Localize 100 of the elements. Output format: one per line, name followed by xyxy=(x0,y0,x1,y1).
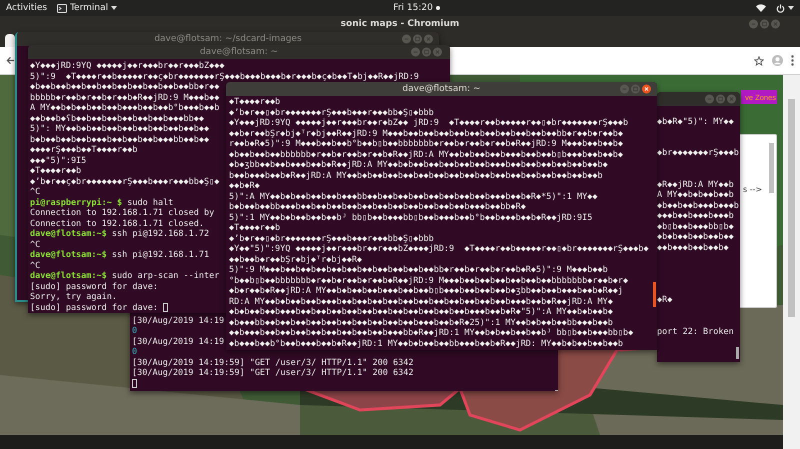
terminal-line: ◆◆b◆r◆◆bŞr◆bj◆ᵀr◆bj◆◆R◆◆jRD:9 M◆◆◆b◆◆b◆◆b◆◆b◆◆b◆◆b◆◆b◆◆b◆◆b◆◆b◆◆bb◆r◆◆b◆r◆◆b◆ xyxy=(229,128,624,139)
notification-dot-icon xyxy=(436,6,440,10)
terminal-line: ◆T◆◆◆◆r◆◆b xyxy=(229,223,280,234)
cursor-icon xyxy=(132,379,137,388)
terminal-line: ^C xyxy=(30,187,40,198)
terminal-line: 0 xyxy=(132,326,138,336)
terminal-line: [30/Aug/2019 14:19 xyxy=(132,316,224,326)
terminal-line: [sudo] password for dave: xyxy=(30,282,158,292)
terminal-line: ◆T◆◆◆◆r◆◆b xyxy=(229,97,280,108)
minimize-icon[interactable] xyxy=(749,19,758,28)
shell-prompt: dave@flotsam:~$ xyxy=(30,271,107,282)
terminal-line: ◆◆b◆◆◆b◆◆b◆◆b◆◆b◆◆b◆◆b◆◆b◆◆b◆◆b◆◆◆bb◆R◆◆jRD:1 MY◆◆b◆b◆◆b◆◆b◆◆bᴶ bb▯b◆◆b◆◆◆bb▯b◆ xyxy=(229,328,634,338)
terminal-line: ◆Y◆◆"5)":9YQ ◆◆◆◆◆j◆◆r◆◆◆br◆◆r◆◆◆bZ◆◆◆◆jRD:9 ◆T◆◆◆◆r◆◆b◆◆◆◆◆r◆◆▯◆br◆◆◆◆◆◆◆rŞ◆◆◆b◆ xyxy=(229,244,649,254)
minimize-icon[interactable] xyxy=(411,48,420,56)
terminal-line: 5)": MY◆◆b◆b◆◆b◆◆b◆◆b◆◆b◆◆b◆◆b◆◆b◆◆ xyxy=(30,124,210,134)
terminal-line: r◆◆b◆R◆5)":9 M◆◆◆b◆◆b◆◆b°b◆◆b▯b◆◆bbbbbbb◆r◆◆b◆r◆◆b◆r◆◆b◆R◆◆jRD:9 M◆◆◆b◆◆b◆◆b◆ xyxy=(229,139,624,150)
terminal-line: ◆ʼb◆r◆◆▯◆br◆◆◆◆◆◆◆rŞ◆◆◆b◆◆◆r◆◆◆bb◆Ş▯◆bbb xyxy=(229,234,434,244)
terminal-line: ◆◆◆b◆◆b◆◆◆b◆◆◆b xyxy=(657,211,734,222)
star-icon[interactable] xyxy=(754,56,764,66)
terminal-line: 5)":1 MY◆◆b◆b◆◆b◆◆b◆◆bᴶ bb▯b◆◆b◆◆◆bb▯b◆◆b◆◆◆b◆◆b°b◆◆b◆◆◆b◆◆b◆R◆◆jRD:9I5 xyxy=(229,212,592,223)
terminal-line: Connection to 192.168.1.71 closed by xyxy=(30,208,214,218)
terminal-line: ◆Y◆◆◆jRD:9YQ ◆◆◆◆◆j◆◆r◆◆◆br◆◆r◆bZ◆◆ jRD:9 ◆T◆◆◆◆r◆◆b◆◆◆◆◆r◆◆▯◆br◆◆◆◆◆◆◆rŞ◆◆◆b xyxy=(229,118,628,128)
shell-prompt: pi@raspberrypi:~ $ xyxy=(30,198,122,208)
scrollbar-thumb[interactable] xyxy=(736,347,739,359)
panel-text: s --> xyxy=(743,185,762,194)
shell-prompt: dave@flotsam:~$ xyxy=(30,229,107,240)
window-title: dave@flotsam: ~ xyxy=(200,47,278,57)
terminal-line: 5)":9 M◆◆◆b◆◆b◆◆b◆◆b◆◆b◆◆b◆◆b◆◆b◆◆b◆◆b◆◆bb◆r◆◆b◆r◆◆b◆r◆◆b◆R◆5)":9 M◆◆◆b◆◆b xyxy=(229,265,608,276)
terminal-line: A MY◆◆b◆b◆◆b◆◆b xyxy=(657,190,734,200)
terminal-line: b◆◆b◆◆◆b◆◆b◆R◆◆jRD:A MY◆◆b◆b◆◆b◆◆b◆◆b◆◆b◆◆b◆◆b◆◆b◆◆b◆◆b◆◆b◆◆b◆◆b◆◆b◆◆b◆◆b xyxy=(229,170,603,181)
minimize-icon[interactable] xyxy=(402,34,411,44)
terminal-line: ◆b◆b◆◆b◆◆b◆◆◆b◆◆b◆◆b◆◆b◆◆b◆◆b◆◆b◆◆b◆◆b◆◆b◆◆b◆◆b◆◆◆b◆◆b◆R◆"5)":A MY◆◆b◆b◆◆b◆ xyxy=(229,307,613,318)
terminal-line: port 22: Broken xyxy=(657,326,734,337)
back-arrow-icon[interactable] xyxy=(6,56,15,65)
maximize-icon[interactable] xyxy=(716,94,725,104)
shell-command: ssh pi@192.168.1.71 xyxy=(110,250,210,260)
maximize-icon[interactable] xyxy=(422,48,431,56)
power-icon[interactable] xyxy=(776,4,786,12)
terminal-line: [30/Aug/2019 14:19 xyxy=(132,336,224,347)
shell-command: sudo arp-scan --inter xyxy=(110,271,220,282)
terminal-line: [30/Aug/2019 14:19:59] "GET /user/3/ HTTP/1.1" 200 6342 xyxy=(132,358,414,368)
terminal-line: ◆b◆◆◆bb◆◆b◆◆b◆◆b◆◆b◆◆b◆◆b◆◆b◆◆b◆◆b◆◆b◆◆◆b◆◆b◆R◆25)":1 MY◆◆b◆b◆◆b◆◆bb◆◆◆b◆◆b xyxy=(229,318,613,328)
activities-button[interactable]: Activities xyxy=(6,3,48,13)
wifi-icon[interactable] xyxy=(756,4,766,12)
maximize-icon[interactable] xyxy=(413,34,422,44)
terminal-line: ◆Y◆◆◆jRD:9YQ ◆◆◆◆◆j◆◆r◆◆◆br◆◆r◆◆◆bZ◆◆◆ xyxy=(30,61,224,72)
terminal-line: ◆b◆b◆◆b◆◆b◆◆b◆◆ xyxy=(657,232,734,242)
terminal-line: ^C xyxy=(30,240,40,250)
shell-command: sudo halt xyxy=(126,198,174,208)
window-title: dave@flotsam: ~/sdcard-images xyxy=(154,34,302,44)
terminal-line: 5)":A MY◆◆b◆b◆◆b◆◆b◆◆b◆◆◆bb◆◆b◆◆b◆◆b◆◆b◆◆b◆◆b◆◆b◆◆b◆◆◆b◆◆b◆R◆*5)":1 MY◆◆ xyxy=(229,192,598,202)
scrollbar[interactable] xyxy=(783,75,800,449)
terminal-line: ^C xyxy=(30,260,40,271)
shell-prompt: dave@flotsam:~$ xyxy=(30,250,107,260)
terminal-line: ◆b◆◆b◆◆b◆◆b◆◆b◆◆b◆◆b◆◆b◆◆b◆◆b◆◆bb◆r◆◆ xyxy=(30,82,220,92)
terminal-line: ◆b◆◆◆b◆◆b°b◆◆b◆◆◆b◆◆b◆R◆◆jRD:1 MY◆◆b◆b◆◆b◆◆bb◆◆◆b◆◆b◆R◆◆jRD: MY◆◆b◆b◆◆b◆◆b◆◆b xyxy=(229,338,624,349)
terminal-line: RD:A MY◆◆b◆b◆◆b◆◆b◆◆◆b◆◆b◆◆b◆◆b◆◆b◆◆b◆◆b◆◆b◆◆b◆◆b◆◆b◆◆b◆◆◆b◆◆b◆R◆◆jRD:A MY◆ xyxy=(229,296,613,307)
terminal-line: ◆b◆R◆"5)": MY◆◆ xyxy=(657,116,734,127)
terminal-line: [sudo] password for dave: xyxy=(30,302,159,313)
terminal-line: ◆ʼb◆r◆◆ç◆br◆◆◆◆◆◆◆rŞ◆◆◆b◆◆◆r◆◆◆bb◆Ş▯◆ xyxy=(30,176,220,187)
window-title: sonic maps - Chromium xyxy=(340,18,460,28)
menu-icon[interactable] xyxy=(791,55,794,66)
maximize-icon[interactable] xyxy=(760,19,769,28)
terminal-line: °b◆◆b▯b◆◆bbbbbbb◆r◆◆b◆r◆◆b◆r◆◆b◆R◆◆jRD:9 M◆◆◆b◆◆b◆◆b◆◆b◆◆b◆◆b◆◆bbbbbbb◆r◆◆b◆r◆ xyxy=(229,276,628,286)
caret-icon xyxy=(788,6,794,10)
terminal-line: 5)":9 ◆T◆◆◆◆r◆◆b◆◆◆◆◆r◆◆ç◆br◆◆◆◆◆◆◆rŞ◆◆◆b◆◆◆b◆◆◆b◆r◆◆◆b◆ç◆b◆◆T◆bj◆◆R◆◆jRD:9 xyxy=(30,72,419,82)
terminal-line: bbbbb◆r◆◆b◆r◆◆b◆r◆◆b◆R◆◆jRD:9 M◆◆◆b◆◆ xyxy=(30,92,220,103)
terminal-line: ◆◆b◆◆◆b◆◆b◆◆b◆ xyxy=(657,242,729,253)
window-title: dave@flotsam: ~ xyxy=(402,84,481,94)
terminal-line: ◆R◆ xyxy=(657,295,672,306)
terminal-line: ◆R◆◆jRD:A MY◆◆b xyxy=(657,180,734,190)
terminal-line: b◆b◆◆b◆◆bb◆◆◆b◆◆b◆◆b◆◆b◆◆b◆◆b◆◆b◆◆b◆◆b◆◆b◆◆b◆◆b◆◆◆b◆◆bb◆R◆ xyxy=(229,202,526,212)
minimize-icon[interactable] xyxy=(620,84,629,94)
terminal-line: ◆b◆r◆◆b◆R◆◆jRD:A MY◆◆b◆b◆◆b◆◆b◆◆◆b◆◆b◆◆b▯b◆◆◆b◆◆b◆◆b◆◆b◆ʒbb◆◆b◆◆b◆◆◆b◆◆b◆R◆◆j xyxy=(229,286,624,296)
clock[interactable]: Fri 15:20 xyxy=(393,3,433,13)
minimize-icon[interactable] xyxy=(705,94,714,104)
terminal-icon xyxy=(57,4,68,12)
terminal-line: ◆◆b◆R◆ xyxy=(229,181,260,192)
scrollbar-thumb[interactable] xyxy=(788,99,795,317)
terminal-line: ◆b◆◆b◆◆b◆◆◆b◆◆◆b xyxy=(657,200,739,211)
avatar-icon[interactable] xyxy=(772,55,783,66)
terminal-line: ◆T◆◆◆◆r◆◆b xyxy=(30,166,82,176)
cursor-icon xyxy=(163,303,168,312)
shell-command: ssh pi@192.168.1.72 xyxy=(110,229,210,240)
caret-icon xyxy=(111,6,118,10)
close-icon[interactable] xyxy=(642,84,651,94)
terminal-line: Connection to 192.168.1.71 closed. xyxy=(30,218,204,229)
terminal-line: ◆b◆◆b◆◆b◆◆bbbbbb◆r◆◆b◆r◆◆b◆r◆◆b◆R◆◆jRD:A MY◆◆b◆b◆◆b◆◆b◆◆◆b◆◆b◆◆b▯b◆◆◆b◆◆b◆◆b◆ xyxy=(229,150,624,160)
scrollbar-thumb[interactable] xyxy=(769,143,774,193)
terminal-line: ◆ʼb◆r◆◆▯◆br◆◆◆◆◆◆◆rŞ◆◆◆b◆◆◆r◆◆◆bb◆Ş▯◆bbb xyxy=(229,108,434,118)
scrollbar-thumb[interactable] xyxy=(653,282,656,307)
terminal-line: Sorry, try again. xyxy=(30,292,117,302)
terminal-line: ◆◆◆◆rŞ◆◆◆b◆◆T◆◆◆◆r◆◆b xyxy=(30,145,138,156)
terminal-line: ◆◆◆"5)":9I5 xyxy=(30,156,86,166)
terminal-line: ◆b▯b◆◆b◆◆◆bb▯b◆ xyxy=(657,222,734,232)
terminal-line: A MY◆◆b◆b◆◆b◆◆b◆◆b◆◆◆b◆◆b◆◆b°b◆◆◆b◆◆b xyxy=(30,103,220,114)
app-menu[interactable]: Terminal xyxy=(70,3,108,13)
terminal-line: ◆b◆ʒbb◆◆b◆◆b◆◆◆b◆◆b◆R◆◆jRD:A MY◆◆b◆b◆◆b◆◆b◆◆b◆◆b◆◆b◆◆◆b◆◆b◆◆b◆◆b◆◆b◆◆b◆◆b◆ xyxy=(229,160,608,170)
browser-tab[interactable] xyxy=(5,34,15,47)
terminal-line: 0 xyxy=(132,347,138,358)
